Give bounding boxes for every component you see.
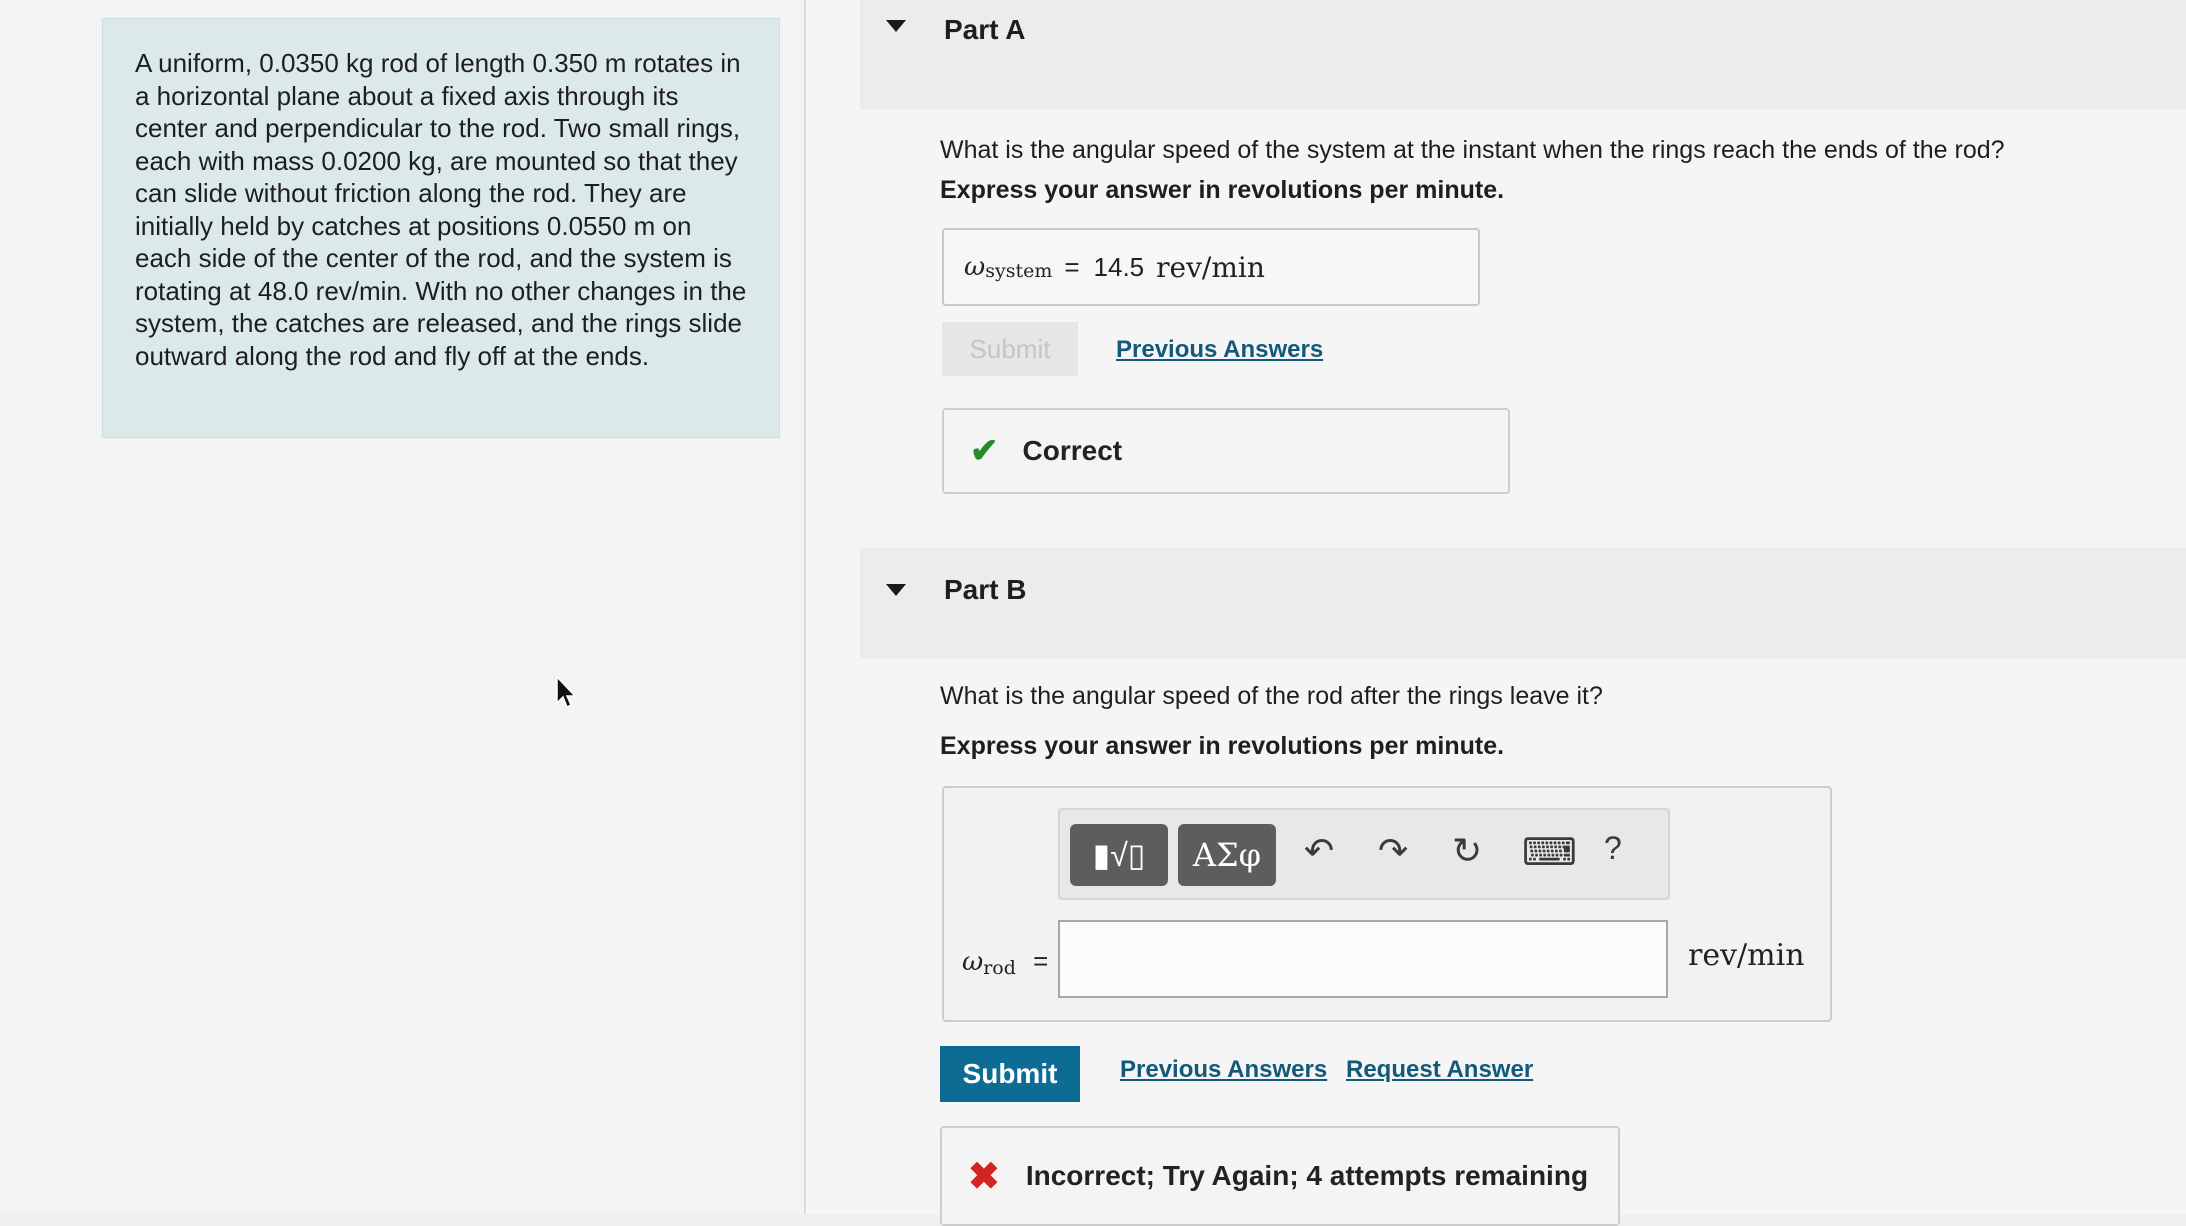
rod-answer-label: ωrod =	[962, 946, 1049, 979]
symbols-button[interactable]: ΑΣφ	[1178, 824, 1276, 886]
feedback-text: Incorrect; Try Again; 4 attempts remaini…	[1025, 1160, 1589, 1191]
part-b-label: Part B	[944, 574, 1027, 605]
part-b-feedback: ✖ Incorrect; Try Again; 4 attempts remai…	[940, 1126, 1620, 1226]
undo-icon[interactable]: ↶	[1304, 830, 1334, 872]
x-icon: ✖	[968, 1155, 1000, 1198]
reset-icon[interactable]: ↻	[1452, 830, 1482, 872]
problem-statement: A uniform, 0.0350 kg rod of length 0.350…	[102, 18, 780, 438]
answer-value: 14.5	[1093, 251, 1145, 282]
part-a-submit-button: Submit	[942, 322, 1078, 376]
math-toolbar: ▮√▯ ΑΣφ ↶ ↷ ↻ ⌨ ?	[1058, 808, 1670, 900]
keyboard-icon[interactable]: ⌨	[1522, 830, 1577, 875]
problem-text: A uniform, 0.0350 kg rod of length 0.350…	[135, 48, 747, 371]
omega-symbol: ω	[964, 252, 986, 282]
rod-subscript: rod	[983, 957, 1016, 979]
part-b-instruction: Express your answer in revolutions per m…	[940, 732, 1505, 760]
mouse-cursor-icon	[556, 676, 577, 709]
rod-answer-input[interactable]	[1058, 920, 1668, 998]
equals-sign: =	[1033, 946, 1049, 976]
answer-unit: rev/min	[1156, 250, 1265, 284]
omega-symbol: ω	[962, 947, 984, 977]
collapse-triangle-icon[interactable]	[886, 584, 906, 596]
part-a-label: Part A	[944, 14, 1026, 45]
part-a-answer-display: ω system = 14.5 rev/min	[942, 228, 1480, 306]
part-a-feedback: ✔ Correct	[942, 408, 1510, 494]
part-b-header[interactable]: Part B	[860, 548, 2186, 658]
request-answer-link[interactable]: Request Answer	[1346, 1056, 1533, 1084]
part-a-previous-answers-link[interactable]: Previous Answers	[1116, 336, 1323, 364]
part-a-header[interactable]: Part A	[860, 0, 2186, 110]
answer-subscript: system	[985, 260, 1053, 282]
equals-sign: =	[1064, 251, 1080, 282]
collapse-triangle-icon[interactable]	[886, 20, 906, 32]
unit-label: rev/min	[1688, 938, 1805, 973]
help-button[interactable]: ?	[1604, 830, 1622, 867]
part-a-question: What is the angular speed of the system …	[940, 136, 2005, 164]
redo-icon[interactable]: ↷	[1378, 830, 1408, 872]
part-a-instruction: Express your answer in revolutions per m…	[940, 176, 1505, 204]
part-b-question: What is the angular speed of the rod aft…	[940, 682, 1603, 710]
checkmark-icon: ✔	[970, 432, 999, 470]
feedback-text: Correct	[1022, 435, 1123, 466]
templates-button[interactable]: ▮√▯	[1070, 824, 1168, 886]
part-b-previous-answers-link[interactable]: Previous Answers	[1120, 1056, 1327, 1084]
part-b-submit-button[interactable]: Submit	[940, 1046, 1080, 1102]
